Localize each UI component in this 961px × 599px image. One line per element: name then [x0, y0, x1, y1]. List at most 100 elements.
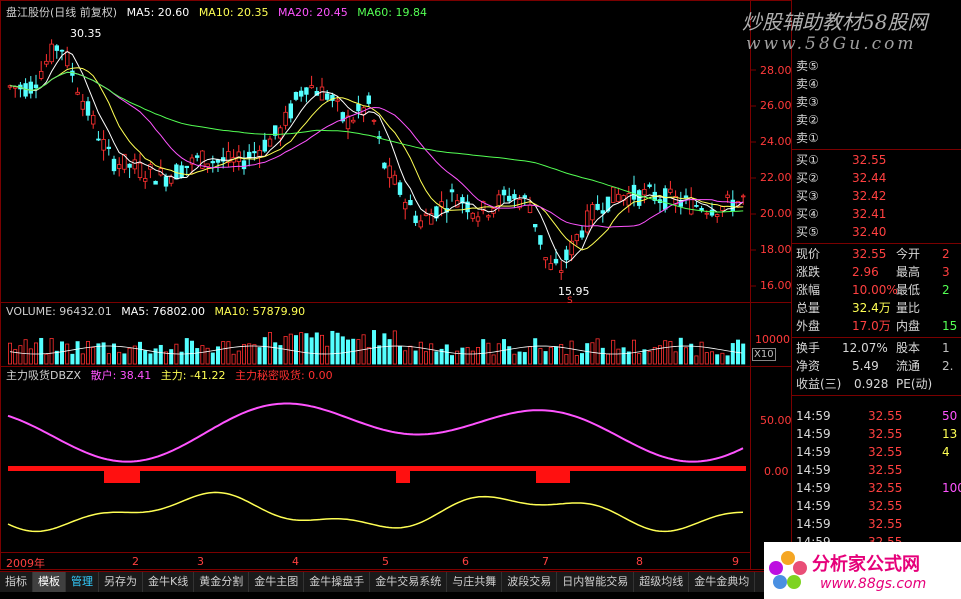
indicator-legend: 主力吸货DBZX 散户: 38.41 主力: -41.22 主力秘密吸货: 0.…	[6, 369, 339, 383]
candle-body	[288, 103, 293, 119]
tick-row: 14:5932.55	[796, 499, 903, 513]
tab-intraday[interactable]: 日内智能交易	[557, 572, 635, 592]
volume-bar	[543, 351, 548, 365]
candle-body	[293, 91, 299, 100]
candle-body	[715, 214, 720, 217]
buy-level-3[interactable]: 买③ 32.42	[792, 188, 961, 204]
volume-bar	[262, 337, 267, 365]
volume-bar	[158, 344, 163, 365]
volume-bar	[54, 350, 59, 365]
candle-body	[397, 182, 403, 195]
volume-bar	[413, 350, 418, 365]
low-price-marker: 15.95	[558, 285, 590, 298]
candle-body	[96, 138, 101, 141]
candle-body	[600, 210, 605, 214]
candle-body	[647, 184, 652, 187]
tick-row: 14:5932.55	[796, 517, 903, 531]
volume-bar	[377, 345, 382, 365]
volume-bar	[512, 353, 517, 365]
tab-template[interactable]: 模板	[33, 572, 66, 592]
month-label: 2	[132, 555, 139, 568]
volume-bar	[387, 339, 392, 365]
candle-body	[689, 197, 694, 215]
tab-jinniu-kline[interactable]: 金牛K线	[143, 572, 195, 592]
volume-bar	[371, 330, 376, 365]
volume-bar	[580, 353, 585, 365]
buy-level-2[interactable]: 买② 32.44	[792, 170, 961, 186]
chart-area[interactable]: 盘江股份(日线 前复权) MA5: 20.60 MA10: 20.35 MA20…	[0, 0, 792, 570]
tab-save-as[interactable]: 另存为	[99, 572, 143, 592]
indicator-tab-bar: 指标 模板 管理 另存为 金牛K线 黄金分割 金牛主图 金牛操盘手 金牛交易系统…	[0, 571, 792, 592]
tab-jinniu-classic[interactable]: 金牛金典均	[689, 572, 756, 592]
volume-ma10-label: MA10: 57879.90	[214, 305, 306, 318]
volume-bar	[418, 341, 423, 365]
volume-bar	[283, 336, 288, 365]
candle-body	[683, 195, 689, 199]
tab-jinniu-main[interactable]: 金牛主图	[249, 572, 305, 592]
candle-body	[475, 216, 481, 222]
buy-level-1[interactable]: 买① 32.55	[792, 152, 961, 168]
tab-jinniu-system[interactable]: 金牛交易系统	[370, 572, 448, 592]
price-axis-label: 16.00	[760, 279, 792, 292]
candle-body	[54, 45, 59, 51]
candle-body	[85, 101, 91, 116]
volume-bar	[7, 342, 12, 365]
volume-bar	[49, 338, 54, 365]
tab-golden-section[interactable]: 黄金分割	[194, 572, 250, 592]
tab-dance-with-dealer[interactable]: 与庄共舞	[447, 572, 503, 592]
volume-bar	[13, 349, 18, 365]
candle-body	[39, 71, 44, 79]
volume-bar	[304, 333, 309, 365]
volume-bar	[70, 353, 75, 365]
candle-body	[449, 189, 455, 193]
candle-body	[142, 178, 148, 182]
quote-row: 现价 32.55 今开 2	[796, 247, 950, 261]
volume-bar	[366, 346, 371, 365]
candle-body	[506, 195, 512, 202]
volume-bar	[408, 345, 413, 365]
chart-canvas[interactable]	[0, 0, 792, 570]
volume-axis-label: 10000	[755, 333, 790, 346]
candle-body	[527, 204, 533, 213]
ma5-label: MA5: 20.60	[126, 6, 190, 19]
volume-bar	[184, 338, 189, 365]
candle-body	[522, 195, 527, 198]
candle-body	[59, 49, 65, 52]
price-axis-label: 26.00	[760, 99, 792, 112]
price-legend: 盘江股份(日线 前复权) MA5: 20.60 MA10: 20.35 MA20…	[6, 6, 433, 20]
tab-jinniu-trader[interactable]: 金牛操盘手	[304, 572, 371, 592]
volume-bar	[330, 330, 335, 365]
volume-bar	[470, 350, 475, 365]
volume-bar	[143, 350, 148, 365]
tab-swing-trade[interactable]: 波段交易	[502, 572, 558, 592]
volume-bar	[39, 337, 44, 365]
price-axis-label: 22.00	[760, 171, 792, 184]
volume-bar	[210, 352, 215, 365]
candle-body	[350, 119, 356, 123]
volume-bar	[647, 350, 652, 365]
volume-bar	[382, 333, 387, 365]
volume-bar	[169, 349, 174, 365]
volume-bar	[715, 354, 720, 365]
buy-level-4[interactable]: 买④ 32.41	[792, 206, 961, 222]
price-axis-label: 24.00	[760, 135, 792, 148]
candle-body	[501, 189, 507, 196]
volume-bar	[626, 351, 631, 365]
zero-band	[8, 466, 746, 471]
volume-bar	[163, 351, 168, 365]
tab-indicator[interactable]: 指标	[0, 572, 33, 592]
candle-body	[101, 139, 106, 151]
secret-accumulation-value: 主力秘密吸货: 0.00	[234, 369, 333, 382]
candle-body	[559, 270, 564, 273]
main-force-line	[7, 491, 744, 533]
candle-body	[553, 258, 559, 264]
buy-level-5[interactable]: 买⑤ 32.40	[792, 224, 961, 240]
tab-manage[interactable]: 管理	[66, 572, 99, 592]
tab-super-ma[interactable]: 超级均线	[634, 572, 690, 592]
volume-bar	[392, 330, 397, 365]
volume-bar	[481, 339, 486, 365]
volume-bar	[678, 337, 683, 365]
candle-body	[324, 93, 330, 100]
volume-bar	[127, 347, 132, 365]
candle-body	[241, 160, 247, 170]
